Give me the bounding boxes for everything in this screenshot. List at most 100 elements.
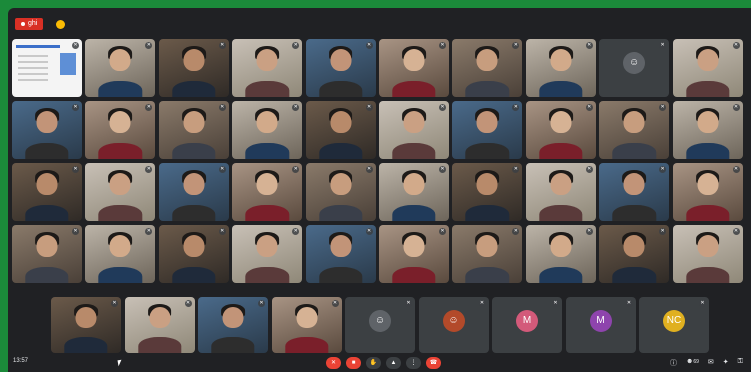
camera-off-icon[interactable]: ■ — [346, 357, 361, 369]
participant-tile[interactable]: ✕ — [12, 101, 82, 159]
participant-face — [296, 306, 317, 328]
participant-face — [330, 234, 352, 257]
call-controls: ✕ ■ ✋ ▲ ⋮ ☎ — [326, 357, 441, 369]
mic-muted-icon: ✕ — [659, 104, 667, 111]
participant-tile[interactable]: ✕ — [525, 39, 596, 97]
more-options-icon[interactable]: ⋮ — [406, 357, 421, 369]
participant-tile[interactable]: ✕ — [599, 163, 670, 221]
participant-tile[interactable]: ✕ — [378, 225, 449, 283]
participant-tile[interactable]: ✕ — [305, 225, 376, 283]
raise-hand-icon[interactable]: ✋ — [366, 357, 381, 369]
participant-tile[interactable]: ✕ — [271, 297, 342, 353]
participant-tile[interactable]: ✕ — [158, 39, 229, 97]
participant-tile[interactable]: ✕ — [599, 101, 670, 159]
participant-tile[interactable]: ✕ — [198, 297, 268, 353]
mic-muted-icon: ✕ — [72, 104, 79, 111]
participant-tile[interactable]: ✕ — [452, 163, 523, 221]
participant-body — [539, 80, 583, 97]
participant-tile[interactable]: ✕ — [452, 101, 523, 159]
participant-tile[interactable]: ✕ — [672, 101, 743, 159]
participant-tile[interactable]: ✕ — [305, 101, 376, 159]
participant-face — [36, 172, 58, 195]
mic-muted-icon: ✕ — [365, 104, 373, 111]
participant-face — [330, 110, 352, 133]
participant-body — [612, 142, 656, 159]
participant-face — [697, 234, 719, 257]
mic-muted-icon: ✕ — [218, 104, 226, 111]
lock-icon[interactable]: ⚿ — [738, 358, 743, 368]
participant-tile[interactable]: ✕ — [85, 101, 156, 159]
participant-tile[interactable]: ✕ — [124, 297, 195, 353]
mic-muted-icon: ✕ — [438, 42, 446, 49]
participant-body — [318, 204, 363, 221]
participant-body — [98, 266, 143, 283]
participant-tile[interactable]: ✕ — [158, 163, 229, 221]
participant-tile[interactable]: ✕ — [525, 101, 596, 159]
mic-muted-icon: ✕ — [478, 300, 486, 307]
participant-tile[interactable]: ✕ — [672, 163, 743, 221]
mic-off-icon[interactable]: ✕ — [326, 357, 341, 369]
participant-tile[interactable]: ✕ — [12, 225, 82, 283]
clock-text: 13:57 — [13, 358, 29, 364]
participant-tile[interactable]: ✕ — [305, 163, 376, 221]
participant-body — [392, 266, 436, 283]
participant-body — [172, 142, 216, 159]
participant-tile[interactable]: ✕ — [85, 163, 156, 221]
participant-face — [75, 306, 97, 328]
participant-tile[interactable]: ✕ — [525, 163, 596, 221]
participant-tile[interactable]: ✕ — [378, 39, 449, 97]
participant-tile[interactable]: ✕ — [305, 39, 376, 97]
participant-face — [256, 172, 278, 195]
participant-tile[interactable]: ✕ — [232, 39, 303, 97]
participant-body — [465, 204, 510, 221]
participant-tile[interactable]: ✕ — [12, 163, 82, 221]
participant-face — [183, 234, 205, 257]
present-icon[interactable]: ▲ — [386, 357, 401, 369]
participant-tile[interactable]: ✕ — [51, 297, 121, 353]
participant-tile[interactable]: ✕ — [378, 101, 449, 159]
mic-muted-icon: ✕ — [218, 228, 226, 235]
info-icon[interactable]: ⓘ — [670, 358, 677, 368]
participant-tile[interactable]: ✕ — [672, 225, 743, 283]
participant-body — [98, 80, 143, 97]
participant-body — [685, 142, 730, 159]
participant-tile[interactable]: ✕ — [158, 225, 229, 283]
participant-tile[interactable]: ✕ — [378, 163, 449, 221]
participant-tile[interactable]: ✕ — [599, 225, 670, 283]
participant-tile[interactable]: ✕ — [232, 101, 303, 159]
participant-face — [222, 306, 244, 328]
leave-call-icon[interactable]: ☎ — [426, 357, 441, 369]
activities-icon[interactable]: ✦ — [723, 358, 729, 368]
participant-tile[interactable]: ✕ — [525, 225, 596, 283]
participant-tile[interactable]: ✕ — [232, 225, 303, 283]
participant-tile[interactable]: ✕ — [452, 39, 523, 97]
participant-face — [403, 172, 425, 195]
participant-body — [211, 337, 255, 353]
participant-tile[interactable]: NC ✕ — [639, 297, 709, 353]
participant-grid: ✕ ✕ ✕ ✕ ✕ ✕ ✕ ✕ ☺ ✕ ✕ ✕ ✕ ✕ ✕ ✕ ✕ ✕ ✕ ✕ ✕ ✕ ✕ ✕ ✕ ✕ ✕ ✕ ✕ ✕ ✕ ✕ ✕ ✕ ✕ ✕ ✕ ✕ ✕ ✕… — [12, 39, 743, 283]
participant-body — [25, 204, 69, 221]
participant-body — [98, 204, 143, 221]
participant-tile[interactable]: M ✕ — [565, 297, 636, 353]
participant-face — [697, 110, 719, 133]
mic-muted-icon: ✕ — [512, 166, 520, 173]
mic-muted-icon: ✕ — [218, 166, 226, 173]
meet-window: ghi ✕ ✕ ✕ ✕ ✕ ✕ ✕ ✕ ☺ ✕ ✕ ✕ ✕ ✕ ✕ ✕ ✕ ✕ ✕ ✕ ✕ ✕ ✕ ✕ ✕ ✕ ✕ ✕ ✕ ✕ ✕ ✕ ✕ ✕ ✕ ✕… — [8, 8, 751, 372]
participant-tile[interactable]: ✕ — [85, 225, 156, 283]
chat-icon[interactable]: ✉ — [708, 358, 714, 368]
slide-text-line — [18, 55, 48, 57]
participant-tile[interactable]: ✕ — [452, 225, 523, 283]
participant-tile[interactable]: ☺ ✕ — [599, 39, 670, 97]
participant-tile[interactable]: ✕ — [85, 39, 156, 97]
participant-tile[interactable]: M ✕ — [492, 297, 562, 353]
mic-muted-icon: ✕ — [405, 300, 412, 307]
presenter-icon — [56, 19, 65, 29]
participant-body — [318, 142, 363, 159]
presentation-tile[interactable]: ✕ — [12, 39, 82, 97]
people-icon[interactable]: ☻69 — [686, 358, 699, 368]
participant-tile[interactable]: ☺ ✕ — [418, 297, 489, 353]
participant-tile[interactable]: ✕ — [158, 101, 229, 159]
participant-tile[interactable]: ✕ — [672, 39, 743, 97]
participant-tile[interactable]: ☺ ✕ — [345, 297, 415, 353]
participant-tile[interactable]: ✕ — [232, 163, 303, 221]
